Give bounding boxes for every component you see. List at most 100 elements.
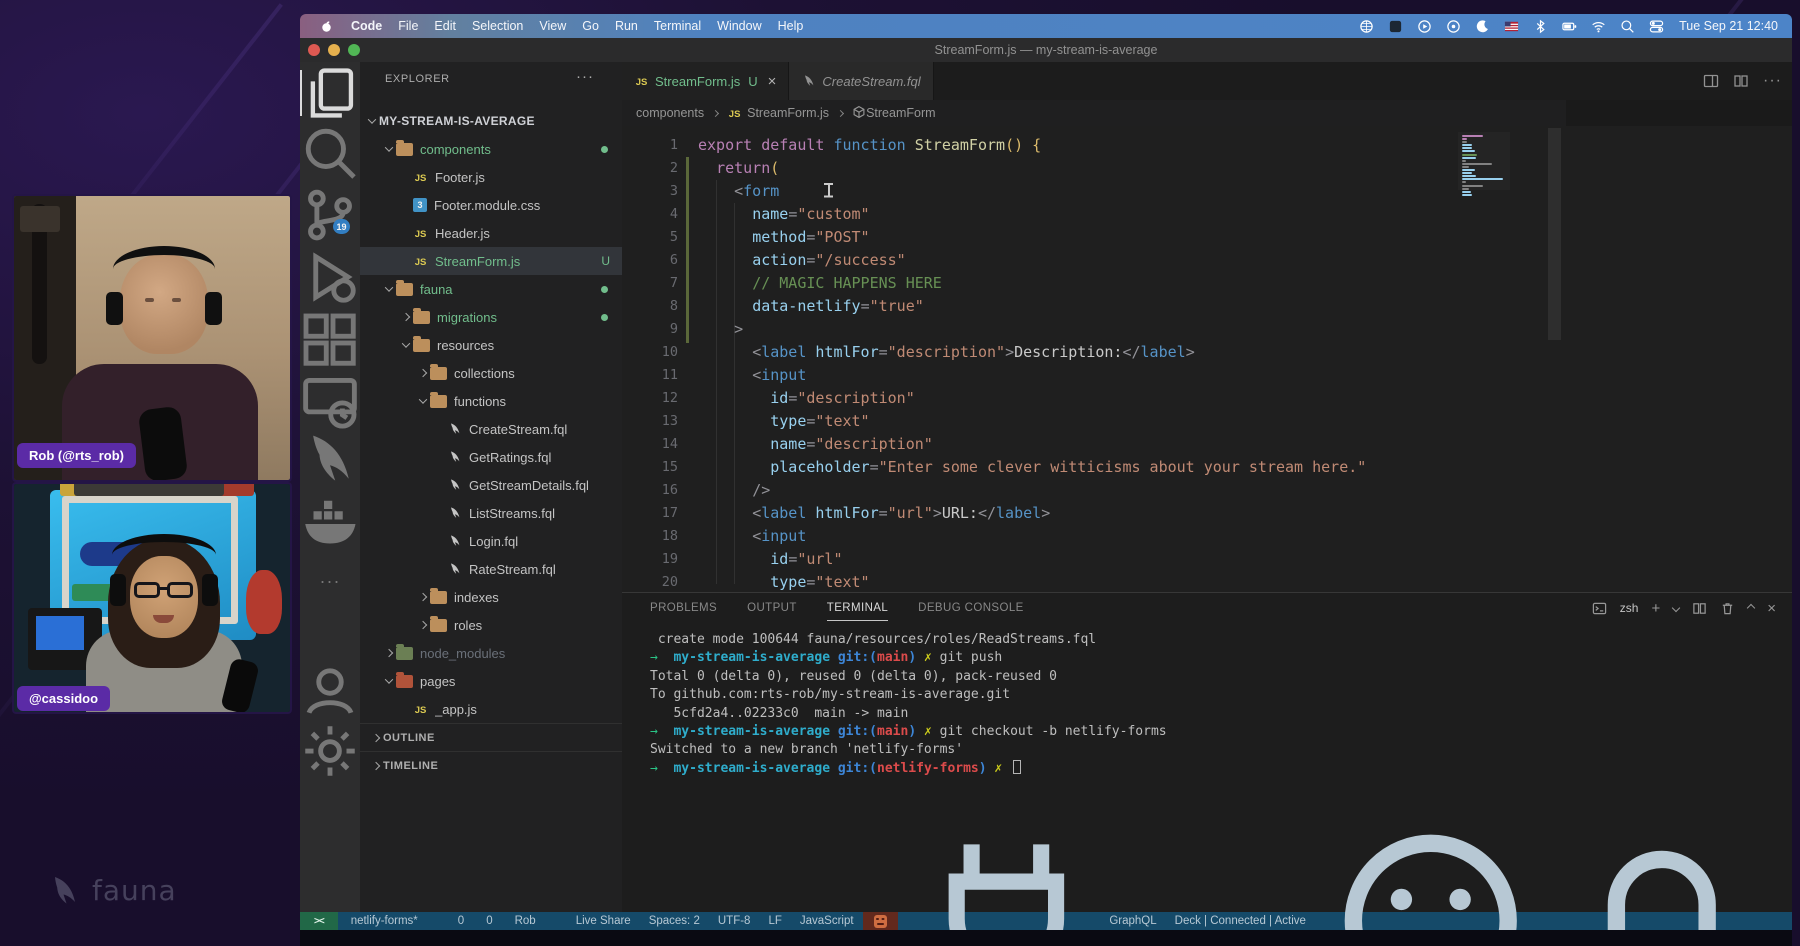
panel-tab-problems[interactable]: PROBLEMS	[650, 602, 717, 614]
close-panel-icon[interactable]: ×	[1767, 600, 1776, 617]
breadcrumb-components[interactable]: components	[636, 106, 704, 120]
menu-go[interactable]: Go	[574, 19, 607, 33]
tree-item-collections[interactable]: collections	[360, 359, 622, 387]
split-editor-icon[interactable]	[1733, 73, 1749, 89]
menu-terminal[interactable]: Terminal	[646, 19, 709, 33]
panel-tab-output[interactable]: OUTPUT	[747, 602, 797, 614]
menu-help[interactable]: Help	[770, 19, 812, 33]
account-icon[interactable]	[300, 668, 360, 714]
status-sync-changes[interactable]	[427, 912, 445, 930]
tree-item-login-fql[interactable]: Login.fql	[360, 527, 622, 555]
terminal-dropdown-icon[interactable]	[1672, 604, 1680, 612]
tree-item-ratestream-fql[interactable]: RateStream.fql	[360, 555, 622, 583]
tree-item-components[interactable]: components	[360, 135, 622, 163]
search-icon[interactable]	[300, 130, 360, 176]
status-git-branch[interactable]: netlify-forms*	[338, 912, 427, 930]
menu-code[interactable]: Code	[343, 19, 390, 33]
status-live-share[interactable]: Live Share	[563, 912, 640, 930]
tree-item-resources[interactable]: resources	[360, 331, 622, 359]
minimap[interactable]	[1458, 132, 1510, 190]
tree-item-createstream-fql[interactable]: CreateStream.fql	[360, 415, 622, 443]
fauna-extension-icon[interactable]	[300, 437, 360, 483]
tree-item-app-js[interactable]: JS_app.js	[360, 695, 622, 723]
extensions-icon[interactable]	[300, 317, 360, 363]
settings-gear-icon[interactable]	[300, 728, 360, 774]
tree-item-pages[interactable]: pages	[360, 667, 622, 695]
tree-item-footer-js[interactable]: JSFooter.js	[360, 163, 622, 191]
keyboard-icon[interactable]	[1359, 19, 1374, 34]
usflag-icon[interactable]	[1504, 19, 1519, 34]
menu-file[interactable]: File	[390, 19, 426, 33]
status-deck-status[interactable]: Deck | Connected | Active	[1166, 912, 1315, 930]
status-language-mode[interactable]: JavaScript	[791, 912, 863, 930]
menu-run[interactable]: Run	[607, 19, 646, 33]
more-actions-icon[interactable]: ···	[1763, 72, 1782, 90]
tree-item-streamform-js[interactable]: JSStreamForm.jsU	[360, 247, 622, 275]
breadcrumb-streamform-js[interactable]: JSStreamForm.js	[727, 106, 829, 120]
status-feedback[interactable]	[1315, 912, 1547, 930]
controlcenter-icon[interactable]	[1649, 19, 1664, 34]
menu-view[interactable]: View	[531, 19, 574, 33]
status-indentation[interactable]: Spaces: 2	[640, 912, 709, 930]
status-remote-indicator[interactable]: ><	[300, 912, 338, 930]
battery-icon[interactable]	[1562, 19, 1577, 34]
status-encoding[interactable]: UTF-8	[709, 912, 760, 930]
breadcrumb-streamform[interactable]: StreamForm	[852, 105, 935, 122]
section-timeline[interactable]: TIMELINE	[360, 751, 622, 779]
status-notifications[interactable]	[1546, 912, 1778, 930]
spotlight-icon[interactable]	[1620, 19, 1635, 34]
status-eol[interactable]: LF	[759, 912, 790, 930]
menu-window[interactable]: Window	[709, 19, 769, 33]
bluetooth-icon[interactable]	[1533, 19, 1548, 34]
menu-selection[interactable]: Selection	[464, 19, 531, 33]
playcircle-icon[interactable]	[1417, 19, 1432, 34]
toggle-layout-icon[interactable]	[1703, 73, 1719, 89]
shell-label[interactable]: zsh	[1620, 601, 1639, 615]
explorer-actions-icon[interactable]: ···	[576, 68, 594, 85]
screenrec-icon[interactable]	[1388, 19, 1403, 34]
run-debug-icon[interactable]	[300, 254, 360, 300]
menubar-clock[interactable]: Tue Sep 21 12:40	[1679, 19, 1778, 33]
tree-item-liststreams-fql[interactable]: ListStreams.fql	[360, 499, 622, 527]
tree-item-getratings-fql[interactable]: GetRatings.fql	[360, 443, 622, 471]
tree-item-fauna[interactable]: fauna	[360, 275, 622, 303]
editor-scrollbar[interactable]	[1548, 128, 1561, 340]
tree-item-node-modules[interactable]: node_modules	[360, 639, 622, 667]
tree-item-migrations[interactable]: migrations	[360, 303, 622, 331]
tree-item-my-stream-is-average[interactable]: MY-STREAM-IS-AVERAGE	[360, 107, 622, 135]
remote-explorer-icon[interactable]	[300, 378, 360, 424]
tab-close-icon[interactable]: ×	[768, 73, 777, 90]
status-errors[interactable]: 0	[445, 912, 473, 930]
status-user-rob[interactable]: Rob	[502, 912, 545, 930]
panel-tab-terminal[interactable]: TERMINAL	[827, 602, 888, 614]
tab-createstream-fql[interactable]: CreateStream.fql	[789, 62, 933, 100]
tree-item-roles[interactable]: roles	[360, 611, 622, 639]
explorer-icon[interactable]	[300, 70, 360, 116]
wifi-icon[interactable]	[1591, 19, 1606, 34]
kill-terminal-icon[interactable]	[1720, 601, 1735, 616]
tree-item-getstreamdetails-fql[interactable]: GetStreamDetails.fql	[360, 471, 622, 499]
maximize-panel-icon[interactable]	[1747, 604, 1755, 612]
more-views-icon[interactable]: ···	[300, 558, 360, 604]
new-terminal-icon[interactable]: +	[1651, 600, 1660, 617]
apple-menu-icon[interactable]	[320, 19, 333, 34]
panel-tab-debug-console[interactable]: DEBUG CONSOLE	[918, 602, 1024, 614]
tree-item-indexes[interactable]: indexes	[360, 583, 622, 611]
split-terminal-icon[interactable]	[1692, 601, 1707, 616]
status-extension-robot[interactable]	[863, 912, 898, 930]
cass-red-plush	[246, 570, 282, 634]
recordcircle-icon[interactable]	[1446, 19, 1461, 34]
tree-item-header-js[interactable]: JSHeader.js	[360, 219, 622, 247]
status-warnings[interactable]: 0	[473, 912, 501, 930]
tree-item-footer-module-css[interactable]: 3Footer.module.css	[360, 191, 622, 219]
tab-streamform-js[interactable]: JSStreamForm.jsU×	[622, 62, 789, 100]
code-editor[interactable]: 1export default function StreamForm() {2…	[622, 126, 1792, 592]
section-outline[interactable]: OUTLINE	[360, 723, 622, 751]
status-rob-avatar-badge[interactable]	[545, 912, 563, 930]
menu-edit[interactable]: Edit	[426, 19, 464, 33]
source-control-icon[interactable]: 19	[300, 192, 360, 238]
status-graphql[interactable]: GraphQL	[898, 912, 1166, 930]
docker-icon[interactable]	[300, 498, 360, 544]
moon-icon[interactable]	[1475, 19, 1490, 34]
tree-item-functions[interactable]: functions	[360, 387, 622, 415]
